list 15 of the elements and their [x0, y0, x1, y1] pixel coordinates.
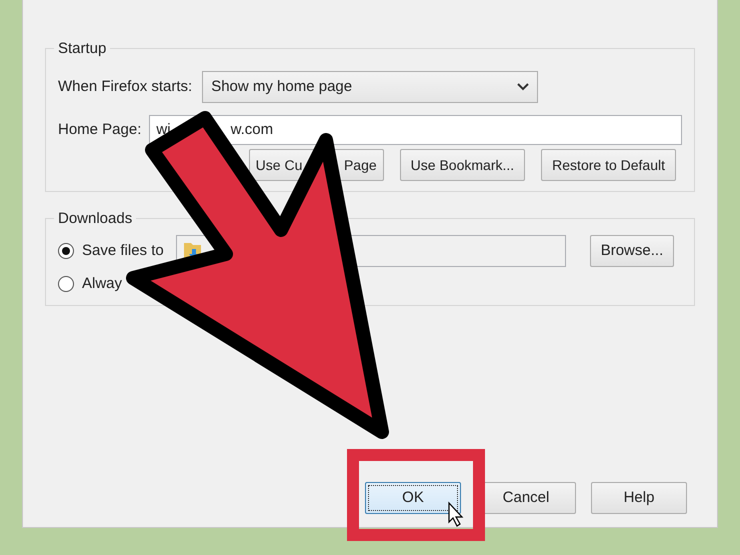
- field-label: When Firefox starts:: [58, 76, 192, 97]
- field-value: w.com: [230, 120, 274, 140]
- chevron-icon: [517, 83, 530, 91]
- button[interactable]: Use Bookmark...: [400, 149, 526, 181]
- radio-label: Alway: [82, 274, 122, 294]
- field-label: Home Page:: [58, 120, 142, 140]
- radio-button[interactable]: [58, 243, 74, 259]
- dialog-button[interactable]: Help: [591, 482, 687, 514]
- cursor-icon: [448, 501, 464, 527]
- browse-button[interactable]: Browse...: [590, 235, 674, 267]
- startup-dropdown[interactable]: Show my home page: [202, 71, 538, 103]
- radio-label: Save files to: [82, 240, 164, 261]
- button[interactable]: Restore to Default: [541, 149, 676, 181]
- dialog-button[interactable]: OK: [365, 482, 461, 514]
- radio-button[interactable]: [58, 276, 74, 292]
